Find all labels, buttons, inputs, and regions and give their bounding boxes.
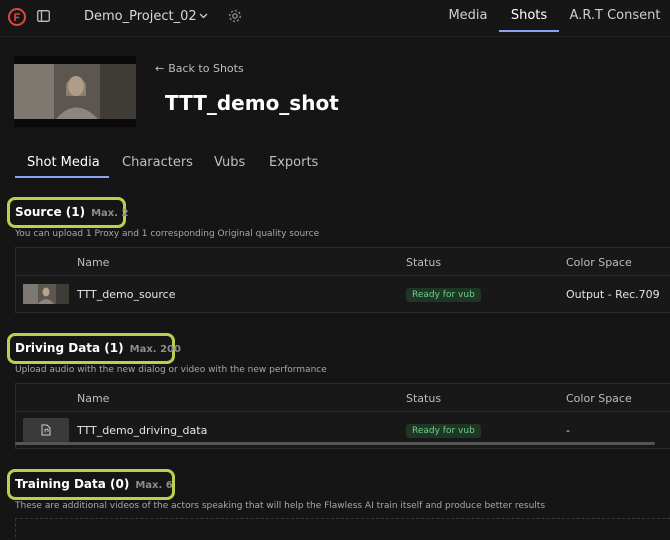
top-bar: Demo_Project_02 Media Shots A.R.T Consen… [0,0,670,37]
driving-table: Name Status Color Space TTT_demo_driving… [15,383,670,449]
source-section-title: Source (1) Max. 2 [15,205,129,219]
flawless-logo-icon[interactable] [8,8,26,26]
column-header-color-space[interactable]: Color Space [566,392,632,405]
shot-thumbnail [14,56,136,127]
status-badge: Ready for vub [406,288,481,302]
row-name: TTT_demo_driving_data [77,424,208,437]
column-header-color-space[interactable]: Color Space [566,256,632,269]
back-link-label: Back to Shots [168,62,244,75]
source-description: You can upload 1 Proxy and 1 correspondi… [15,229,320,239]
arrow-left-icon: ← [155,62,165,75]
column-header-name[interactable]: Name [77,392,109,405]
nav-tab-media[interactable]: Media [440,0,496,32]
tab-vubs[interactable]: Vubs [214,155,245,170]
column-header-status[interactable]: Status [406,392,441,405]
column-header-name[interactable]: Name [77,256,109,269]
back-to-shots-link[interactable]: ← Back to Shots [155,62,244,75]
gear-icon[interactable] [228,9,242,23]
nav-tab-art-consent[interactable]: A.R.T Consent [566,0,664,32]
nav-active-indicator [499,30,559,32]
training-description: These are additional videos of the actor… [15,501,546,511]
tab-active-indicator [15,176,109,178]
source-title-text: Source (1) [15,205,86,219]
nav-tab-shots[interactable]: Shots [499,0,559,32]
row-thumbnail [23,418,69,442]
tab-exports[interactable]: Exports [269,155,318,170]
header-divider [16,275,670,276]
tab-shot-media[interactable]: Shot Media [27,155,100,170]
training-max-label: Max. 6 [135,480,173,491]
training-upload-dropzone[interactable] [15,518,670,540]
row-thumbnail [23,284,69,304]
row-color-space: Output - Rec.709 [566,288,660,301]
driving-max-label: Max. 200 [129,344,181,355]
row-name: TTT_demo_source [77,288,176,301]
sidebar-toggle-icon[interactable] [37,10,50,22]
column-header-status[interactable]: Status [406,256,441,269]
status-badge: Ready for vub [406,424,481,438]
driving-section-title: Driving Data (1) Max. 200 [15,341,181,355]
horizontal-scrollbar[interactable] [15,442,655,445]
driving-description: Upload audio with the new dialog or vide… [15,365,327,375]
chevron-down-icon[interactable] [199,13,208,19]
header-divider [16,411,670,412]
source-table: Name Status Color Space TTT_demo_source … [15,247,670,313]
project-selector[interactable]: Demo_Project_02 [84,9,197,24]
tab-characters[interactable]: Characters [122,155,193,170]
audio-file-icon [41,424,51,436]
training-title-text: Training Data (0) [15,477,130,491]
row-color-space: - [566,424,570,437]
training-section-title: Training Data (0) Max. 6 [15,477,173,491]
source-max-label: Max. 2 [91,208,129,219]
driving-title-text: Driving Data (1) [15,341,124,355]
page-title: TTT_demo_shot [165,91,339,115]
